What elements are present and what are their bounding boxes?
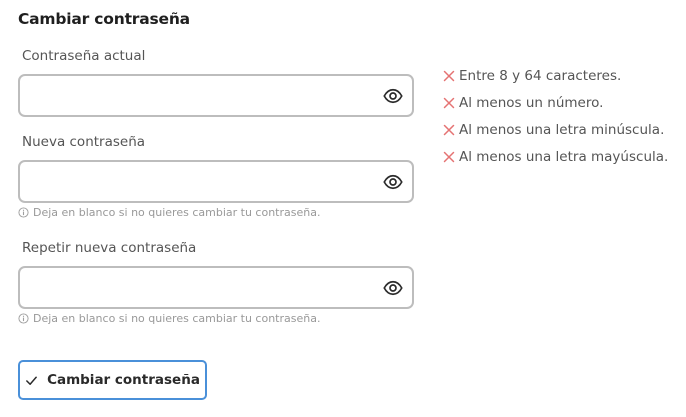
change-password-button[interactable]: Cambiar contraseña bbox=[18, 360, 207, 400]
button-label: Cambiar contraseña bbox=[47, 372, 200, 388]
requirement-number: Al menos un número. bbox=[442, 89, 668, 116]
requirement-text: Al menos un número. bbox=[459, 94, 604, 111]
repeat-password-input[interactable] bbox=[30, 268, 380, 307]
requirement-uppercase: Al menos una letra mayúscula. bbox=[442, 143, 668, 170]
repeat-password-label: Repetir nueva contraseña bbox=[22, 240, 197, 256]
new-password-field-wrapper bbox=[18, 160, 414, 203]
new-password-label: Nueva contraseña bbox=[22, 134, 146, 150]
current-password-input[interactable] bbox=[30, 76, 380, 115]
eye-icon[interactable] bbox=[383, 278, 403, 298]
current-password-field-wrapper bbox=[18, 74, 414, 117]
close-icon bbox=[443, 151, 455, 162]
info-icon bbox=[18, 313, 29, 324]
new-password-input[interactable] bbox=[30, 162, 380, 201]
eye-icon[interactable] bbox=[383, 172, 403, 192]
check-icon bbox=[26, 376, 37, 385]
close-icon bbox=[443, 97, 455, 108]
info-icon bbox=[18, 207, 29, 218]
repeat-password-field-wrapper bbox=[18, 266, 414, 309]
requirement-lowercase: Al menos una letra minúscula. bbox=[442, 116, 668, 143]
hint-text: Deja en blanco si no quieres cambiar tu … bbox=[33, 312, 321, 325]
page-title: Cambiar contraseña bbox=[18, 10, 190, 28]
hint-text: Deja en blanco si no quieres cambiar tu … bbox=[33, 206, 321, 219]
repeat-password-hint: Deja en blanco si no quieres cambiar tu … bbox=[18, 312, 320, 325]
new-password-hint: Deja en blanco si no quieres cambiar tu … bbox=[18, 206, 320, 219]
password-requirements: Entre 8 y 64 caracteres. Al menos un núm… bbox=[442, 62, 668, 170]
requirement-length: Entre 8 y 64 caracteres. bbox=[442, 62, 668, 89]
eye-icon[interactable] bbox=[383, 86, 403, 106]
requirement-text: Al menos una letra mayúscula. bbox=[459, 148, 669, 165]
requirement-text: Al menos una letra minúscula. bbox=[459, 121, 665, 138]
close-icon bbox=[443, 124, 455, 135]
close-icon bbox=[443, 70, 455, 81]
requirement-text: Entre 8 y 64 caracteres. bbox=[459, 67, 622, 84]
current-password-label: Contraseña actual bbox=[22, 48, 146, 64]
